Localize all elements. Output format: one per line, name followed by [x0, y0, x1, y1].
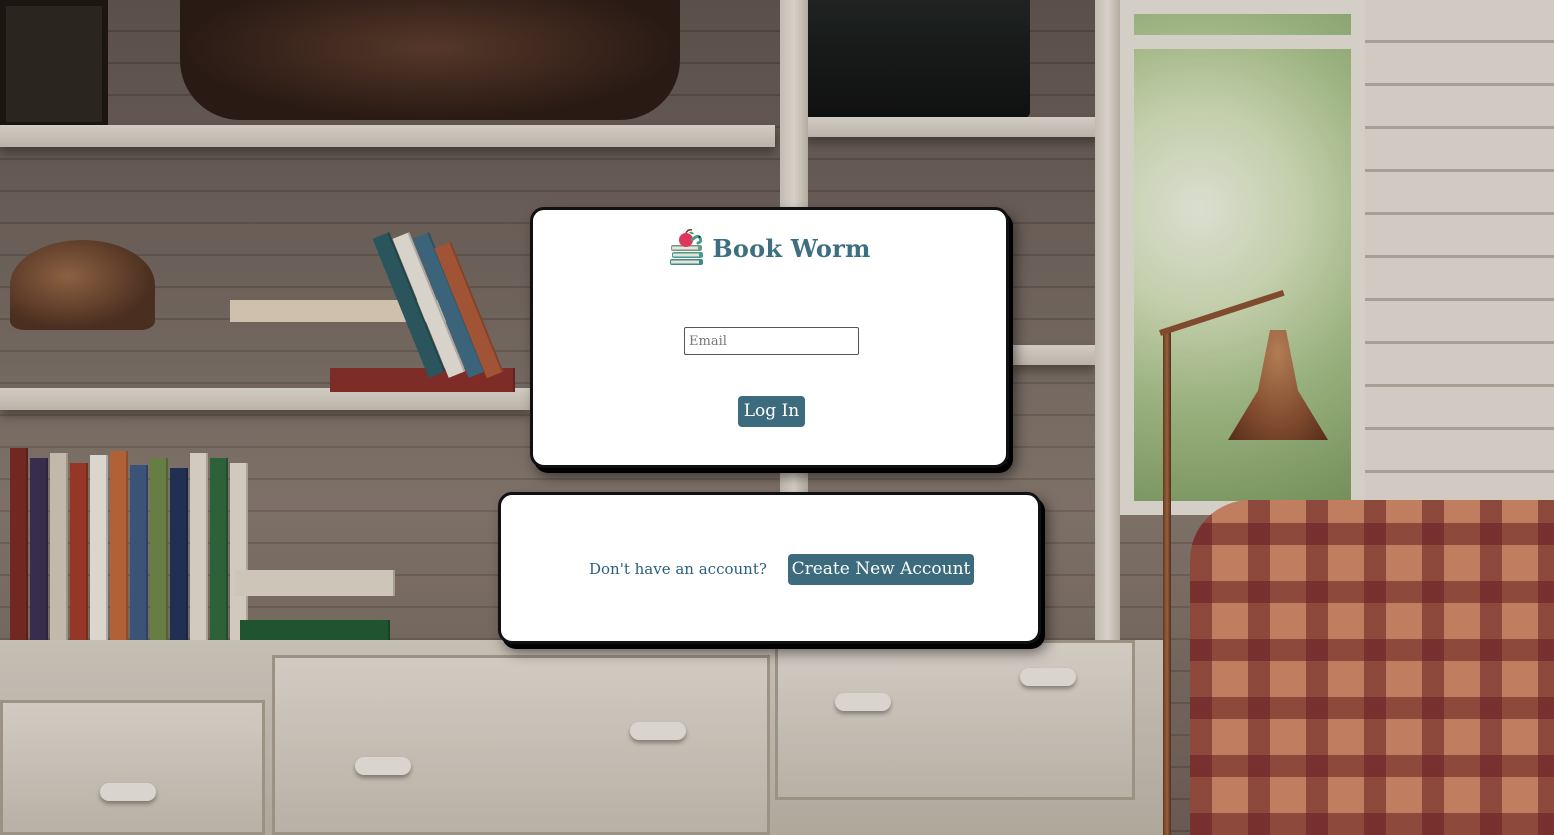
login-card: Book Worm Log In: [530, 207, 1009, 468]
signup-card: Don't have an account? Create New Accoun…: [498, 492, 1041, 644]
login-button[interactable]: Log In: [738, 396, 805, 427]
signup-prompt: Don't have an account?: [589, 560, 767, 578]
app-title: Book Worm: [712, 233, 871, 263]
email-input[interactable]: [684, 327, 859, 355]
book-stack-worm-icon: [670, 229, 704, 265]
brand-header: Book Worm: [533, 228, 1006, 268]
signup-row: Don't have an account? Create New Accoun…: [501, 554, 1038, 585]
create-account-button[interactable]: Create New Account: [788, 554, 974, 585]
